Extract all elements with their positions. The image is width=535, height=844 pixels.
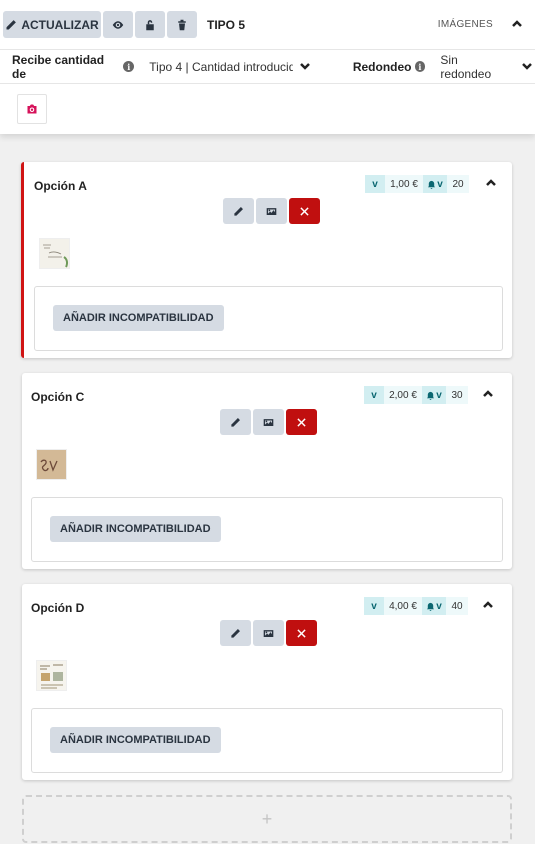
- toolbar: ACTUALIZAR TIPO 5 IMÁGENES: [0, 0, 535, 50]
- incompatibility-box: AÑADIR INCOMPATIBILIDAD: [31, 708, 503, 773]
- image-icon: [263, 629, 274, 637]
- option-title: Opción A: [34, 179, 87, 193]
- option-card[interactable]: Opción D v 4,00 € v 40 AÑADIR INCOMPATIB…: [22, 584, 512, 780]
- delete-button[interactable]: [167, 11, 197, 38]
- incompatibility-box: AÑADIR INCOMPATIBILIDAD: [31, 497, 503, 562]
- unlock-icon: [146, 19, 154, 30]
- option-badges: v 1,00 € v 20: [365, 175, 469, 193]
- add-incompatibility-button[interactable]: AÑADIR INCOMPATIBILIDAD: [50, 516, 221, 542]
- edit-option-button[interactable]: [223, 198, 254, 224]
- update-button-label: ACTUALIZAR: [21, 17, 99, 32]
- option-thumbnail[interactable]: [36, 660, 67, 691]
- chevron-down-icon[interactable]: [299, 60, 313, 74]
- pencil-icon: [234, 206, 243, 216]
- settings-row: Recibe cantidad de i Tipo 4 | Cantidad i…: [0, 50, 535, 84]
- option-thumbnail[interactable]: [36, 449, 67, 480]
- pencil-icon: [6, 19, 17, 29]
- option-actions: [223, 198, 320, 224]
- stock-badge: v: [423, 175, 447, 193]
- option-title: Opción C: [31, 390, 85, 404]
- option-image-button[interactable]: [253, 620, 284, 646]
- unlock-button[interactable]: [135, 11, 165, 38]
- add-incompatibility-button[interactable]: AÑADIR INCOMPATIBILIDAD: [50, 727, 221, 753]
- camera-icon: [27, 104, 37, 114]
- edit-option-button[interactable]: [220, 409, 251, 435]
- image-icon: [266, 207, 277, 215]
- price-value: 4,00 €: [384, 597, 422, 615]
- option-card[interactable]: Opción C v 2,00 € v 30 AÑADIR INCOMPATIB…: [22, 373, 512, 569]
- options-panel: Opción A v 1,00 € v 20 AÑADIR INCOMPATIB…: [0, 134, 535, 844]
- images-collapse-toggle[interactable]: [511, 18, 525, 32]
- option-card[interactable]: Opción A v 1,00 € v 20 AÑADIR INCOMPATIB…: [21, 162, 512, 358]
- quantity-source-label: Recibe cantidad de: [12, 52, 105, 81]
- trash-icon: [178, 19, 186, 30]
- quantity-source-select[interactable]: Tipo 4 | Cantidad introducida: [149, 60, 293, 74]
- option-image-button[interactable]: [256, 198, 287, 224]
- rounding-select[interactable]: Sin redondeo: [440, 53, 511, 81]
- bell-icon: [427, 602, 435, 611]
- update-button[interactable]: ACTUALIZAR: [3, 11, 101, 38]
- add-image-button[interactable]: [17, 94, 47, 124]
- variable-badge: v: [364, 597, 384, 615]
- variable-badge: v: [364, 386, 384, 404]
- edit-option-button[interactable]: [220, 620, 251, 646]
- option-title: Opción D: [31, 601, 85, 615]
- close-icon: [297, 417, 306, 427]
- header-section: ACTUALIZAR TIPO 5 IMÁGENES Recibe cantid…: [0, 0, 535, 134]
- chevron-down-icon[interactable]: [521, 60, 535, 74]
- add-incompatibility-button[interactable]: AÑADIR INCOMPATIBILIDAD: [53, 305, 224, 331]
- chevron-up-icon: [483, 390, 493, 397]
- price-value: 1,00 €: [385, 175, 423, 193]
- stock-badge-label: v: [436, 389, 442, 401]
- stock-badge-label: v: [436, 600, 442, 612]
- view-button[interactable]: [103, 11, 133, 38]
- stock-badge: v: [422, 597, 446, 615]
- info-icon[interactable]: i: [123, 61, 135, 72]
- collapse-option-button[interactable]: [482, 388, 496, 402]
- stock-badge: v: [422, 386, 446, 404]
- chevron-up-icon: [512, 19, 522, 27]
- pencil-icon: [231, 628, 240, 638]
- stock-count: 20: [447, 175, 469, 193]
- close-icon: [300, 206, 309, 216]
- collapse-option-button[interactable]: [485, 177, 499, 191]
- incompatibility-box: AÑADIR INCOMPATIBILIDAD: [34, 286, 503, 351]
- add-option-button[interactable]: +: [22, 795, 512, 843]
- option-image-button[interactable]: [253, 409, 284, 435]
- delete-option-button[interactable]: [286, 409, 317, 435]
- type-title: TIPO 5: [207, 17, 246, 32]
- chevron-up-icon: [486, 179, 496, 186]
- option-badges: v 2,00 € v 30: [364, 386, 468, 404]
- close-icon: [297, 628, 306, 638]
- variable-badge: v: [365, 175, 385, 193]
- bell-icon: [428, 180, 436, 189]
- eye-icon: [112, 20, 124, 29]
- images-label: IMÁGENES: [437, 19, 493, 30]
- pencil-icon: [231, 417, 240, 427]
- bell-icon: [427, 391, 435, 400]
- option-actions: [220, 409, 317, 435]
- stock-count: 30: [446, 386, 468, 404]
- delete-option-button[interactable]: [286, 620, 317, 646]
- delete-option-button[interactable]: [289, 198, 320, 224]
- collapse-option-button[interactable]: [482, 599, 496, 613]
- price-value: 2,00 €: [384, 386, 422, 404]
- stock-count: 40: [446, 597, 468, 615]
- rounding-label: Redondeo: [352, 59, 412, 74]
- chevron-up-icon: [483, 601, 493, 608]
- option-actions: [220, 620, 317, 646]
- option-thumbnail[interactable]: [39, 238, 70, 269]
- info-icon[interactable]: i: [414, 61, 426, 72]
- stock-badge-label: v: [437, 178, 443, 190]
- option-badges: v 4,00 € v 40: [364, 597, 468, 615]
- image-icon: [263, 418, 274, 426]
